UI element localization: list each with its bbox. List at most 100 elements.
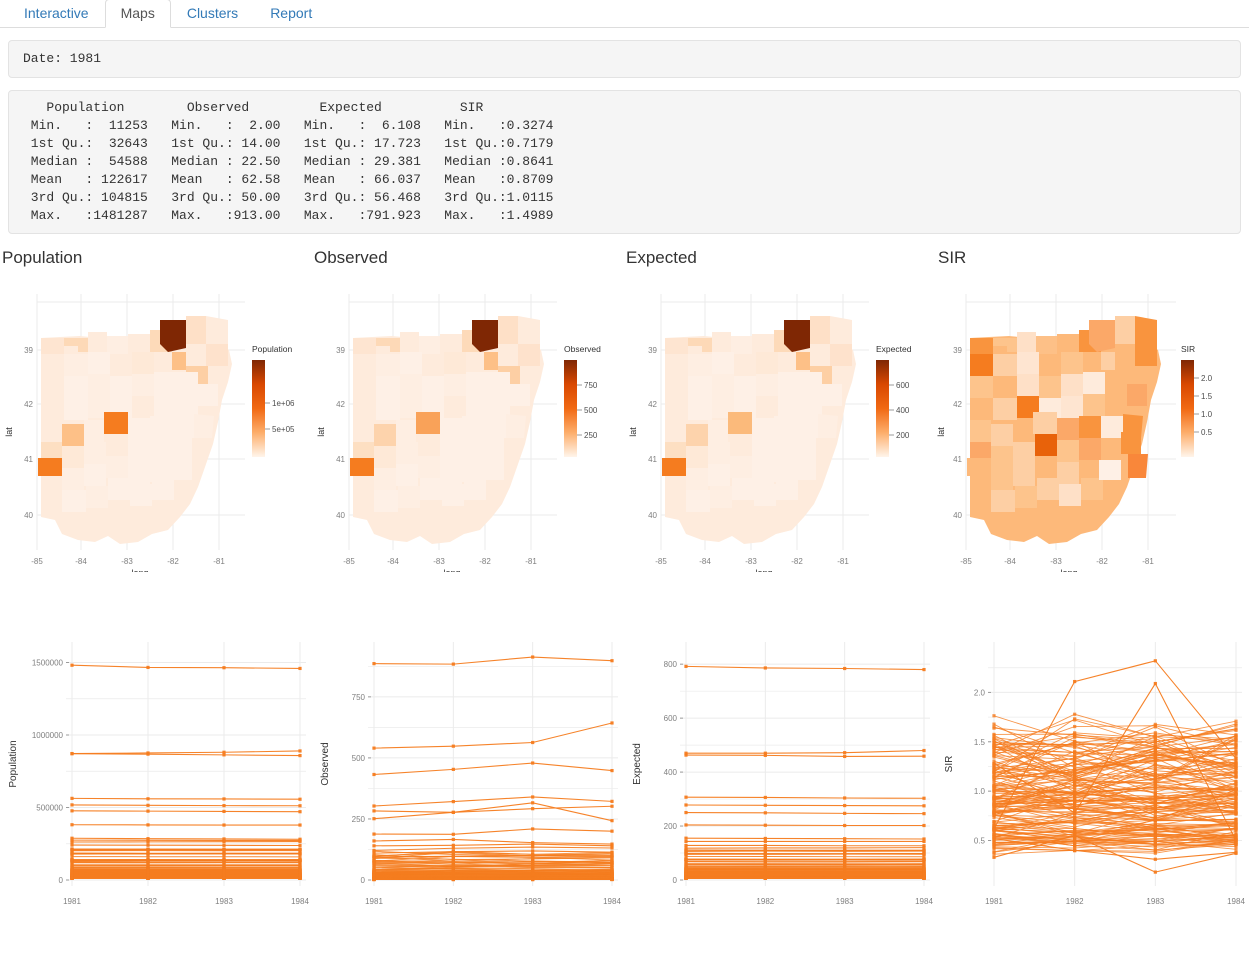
svg-text:39: 39	[24, 346, 33, 355]
svg-text:1.0: 1.0	[974, 787, 986, 796]
svg-text:-83: -83	[1050, 557, 1062, 566]
legend-title-population: Population	[252, 344, 292, 354]
svg-text:42: 42	[336, 400, 345, 409]
svg-text:1.0: 1.0	[1201, 410, 1213, 419]
svg-text:750: 750	[352, 693, 366, 702]
svg-text:-85: -85	[960, 557, 972, 566]
svg-text:1983: 1983	[836, 897, 854, 906]
svg-text:1983: 1983	[524, 897, 542, 906]
svg-text:42: 42	[24, 400, 33, 409]
date-panel: Date: 1981	[8, 40, 1241, 78]
svg-text:41: 41	[648, 455, 657, 464]
svg-text:500: 500	[352, 754, 366, 763]
ts-plot-population[interactable]: 0500000100000015000001981198219831984Pop…	[0, 630, 312, 930]
svg-text:1981: 1981	[63, 897, 81, 906]
map-svg-population: 42 41 40 39 -85 -84 -83 -82 -81 long lat…	[0, 272, 312, 572]
svg-text:0.5: 0.5	[1201, 428, 1213, 437]
tab-maps[interactable]: Maps	[105, 0, 171, 28]
svg-text:200: 200	[664, 822, 678, 831]
svg-text:1982: 1982	[139, 897, 157, 906]
map-title-expected: Expected	[624, 248, 936, 270]
svg-text:39: 39	[953, 346, 962, 355]
map-title-sir: SIR	[936, 248, 1248, 270]
map-xlabel-observed: long	[443, 568, 460, 572]
ohio-counties-observed	[350, 316, 544, 544]
svg-text:-85: -85	[655, 557, 667, 566]
tab-clusters[interactable]: Clusters	[171, 0, 254, 27]
svg-text:-83: -83	[745, 557, 757, 566]
svg-text:1000000: 1000000	[32, 731, 64, 740]
ohio-counties-sir	[967, 316, 1161, 544]
ts-panel-observed: 02505007501981198219831984Observed	[312, 630, 624, 930]
svg-text:1984: 1984	[915, 897, 933, 906]
svg-text:40: 40	[953, 511, 962, 520]
map-panel-observed: Observed	[312, 234, 624, 572]
svg-text:2.0: 2.0	[1201, 374, 1213, 383]
svg-text:40: 40	[24, 511, 33, 520]
svg-text:1981: 1981	[985, 897, 1003, 906]
svg-text:Population: Population	[8, 740, 19, 787]
svg-text:250: 250	[584, 431, 598, 440]
svg-text:40: 40	[336, 511, 345, 520]
svg-text:1981: 1981	[677, 897, 695, 906]
date-text: Date: 1981	[23, 50, 1226, 68]
svg-text:800: 800	[664, 660, 678, 669]
tab-interactive[interactable]: Interactive	[8, 0, 105, 27]
map-plot-population[interactable]: 42 41 40 39 -85 -84 -83 -82 -81 long lat…	[0, 272, 312, 572]
svg-text:1982: 1982	[444, 897, 462, 906]
svg-text:1984: 1984	[291, 897, 309, 906]
svg-text:-82: -82	[791, 557, 803, 566]
svg-text:-82: -82	[167, 557, 179, 566]
svg-text:1983: 1983	[1146, 897, 1164, 906]
svg-text:40: 40	[648, 511, 657, 520]
ts-plot-sir[interactable]: 0.51.01.52.01981198219831984SIR	[936, 630, 1248, 930]
tab-report[interactable]: Report	[254, 0, 328, 27]
svg-text:1982: 1982	[756, 897, 774, 906]
svg-text:2.0: 2.0	[974, 688, 986, 697]
svg-text:400: 400	[664, 768, 678, 777]
map-title-population: Population	[0, 248, 312, 270]
ts-svg-sir: 0.51.01.52.01981198219831984SIR	[936, 630, 1248, 920]
svg-text:-81: -81	[525, 557, 537, 566]
svg-text:-85: -85	[31, 557, 43, 566]
svg-text:-85: -85	[343, 557, 355, 566]
tab-bar: Interactive Maps Clusters Report	[0, 0, 1249, 28]
svg-text:41: 41	[24, 455, 33, 464]
svg-text:42: 42	[648, 400, 657, 409]
summary-statistics-panel: Population Observed Expected SIR Min. : …	[8, 90, 1241, 234]
svg-text:600: 600	[664, 714, 678, 723]
ts-svg-observed: 02505007501981198219831984Observed	[312, 630, 624, 920]
svg-text:1982: 1982	[1066, 897, 1084, 906]
map-legend-observed: Observed 750 500 250	[564, 344, 601, 457]
svg-text:1984: 1984	[1227, 897, 1245, 906]
maps-row: Population	[0, 234, 1249, 572]
svg-text:1983: 1983	[215, 897, 233, 906]
map-ylabel-expected: lat	[628, 427, 638, 437]
map-legend-expected: Expected 600 400 200	[876, 344, 912, 457]
ts-panel-sir: 0.51.01.52.01981198219831984SIR	[936, 630, 1248, 930]
svg-text:-84: -84	[1004, 557, 1016, 566]
svg-text:-81: -81	[1142, 557, 1154, 566]
svg-text:SIR: SIR	[944, 756, 955, 773]
map-panel-sir: SIR	[936, 234, 1248, 572]
map-legend-sir: SIR 2.0 1.5 1.0 0.5	[1181, 344, 1213, 457]
svg-text:-81: -81	[837, 557, 849, 566]
map-plot-sir[interactable]: 42 41 40 39 -85 -84 -83 -82 -81 long lat…	[936, 272, 1248, 572]
map-xlabel-sir: long	[1060, 568, 1077, 572]
svg-text:-82: -82	[1096, 557, 1108, 566]
ts-plot-expected[interactable]: 02004006008001981198219831984Expected	[624, 630, 936, 930]
svg-text:-83: -83	[121, 557, 133, 566]
map-plot-expected[interactable]: 42 41 40 39 -85 -84 -83 -82 -81 long lat…	[624, 272, 936, 572]
svg-text:-81: -81	[213, 557, 225, 566]
svg-text:250: 250	[352, 815, 366, 824]
svg-text:41: 41	[336, 455, 345, 464]
svg-text:1500000: 1500000	[32, 659, 64, 668]
svg-text:0: 0	[59, 876, 64, 885]
legend-title-observed: Observed	[564, 344, 601, 354]
map-plot-observed[interactable]: 42 41 40 39 -85 -84 -83 -82 -81 long lat…	[312, 272, 624, 572]
map-ylabel-observed: lat	[316, 427, 326, 437]
map-svg-expected: 42 41 40 39 -85 -84 -83 -82 -81 long lat…	[624, 272, 936, 572]
svg-text:39: 39	[336, 346, 345, 355]
svg-text:-84: -84	[75, 557, 87, 566]
ts-plot-observed[interactable]: 02505007501981198219831984Observed	[312, 630, 624, 930]
